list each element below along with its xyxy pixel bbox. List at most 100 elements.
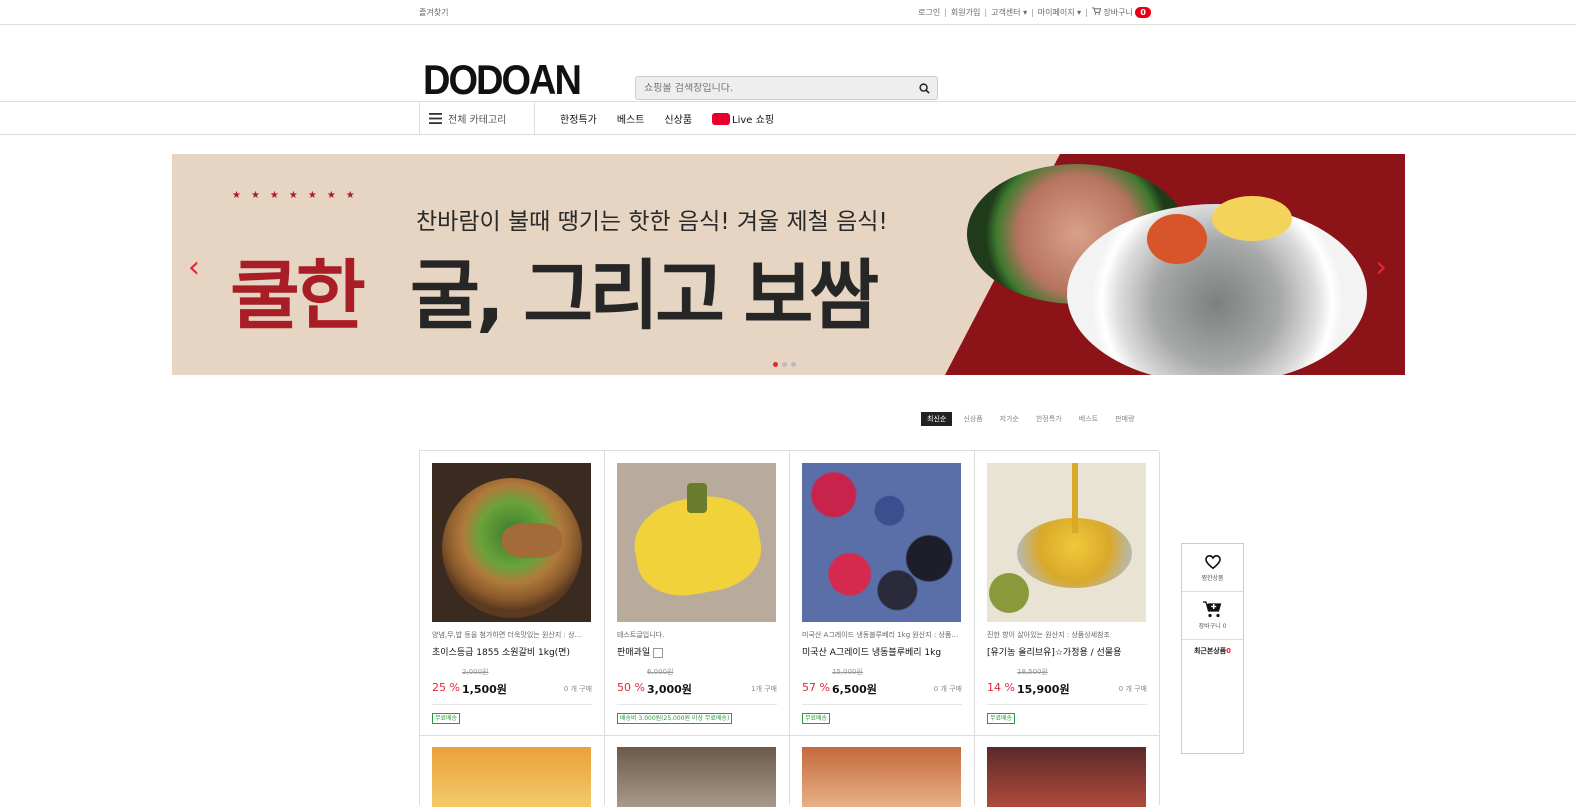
purchase-count: 0 개 구매	[933, 685, 962, 693]
banner-dot-2[interactable]	[782, 362, 787, 367]
quick-wishlist[interactable]: 찜한상품	[1182, 544, 1243, 592]
live-shopping-label: Live 쇼핑	[732, 115, 775, 126]
nav-item-new[interactable]: 신상품	[664, 111, 692, 126]
product-grid: 양념,무,밥 등을 첨가하면 더욱맛있는 원산지 : 상... 초이스등급 18…	[419, 450, 1160, 736]
banner-title-dark: 굴, 그리고 보쌈	[410, 251, 879, 340]
sort-tab-lowprice[interactable]: 저가순	[994, 412, 1025, 426]
quick-cart-count: 0	[1222, 623, 1227, 630]
divider	[987, 704, 1147, 705]
support-link[interactable]: 고객센터 ▾	[991, 7, 1027, 18]
product-name[interactable]: [유기농 올리브유]☆가정용 / 선물용	[987, 645, 1147, 658]
all-category-label: 전체 카테고리	[448, 115, 507, 126]
divider	[432, 704, 592, 705]
banner-title-red: 쿨한	[230, 251, 366, 340]
bookmark-link[interactable]: 즐겨찾기	[419, 7, 448, 18]
original-price: 15,000원	[832, 668, 863, 676]
search-bar	[635, 76, 938, 100]
separator: |	[1031, 8, 1034, 17]
product-description: 미국산 A그레이드 냉동블루베리 1kg 원산지 : 상품...	[802, 631, 959, 639]
top-utility-bar: 즐겨찾기 로그인 | 회원가입 | 고객센터 ▾ | 마이페이지 ▾ | 장바구…	[0, 0, 1576, 25]
cart-link[interactable]: 장바구니 0	[1091, 7, 1151, 18]
banner-stars: ★★★★★★★	[232, 190, 365, 201]
wishlist-label: 찜한상품	[1201, 574, 1224, 582]
product-card[interactable]	[975, 735, 1160, 807]
support-label: 고객센터	[991, 8, 1021, 17]
sort-tab-limited[interactable]: 한정특가	[1030, 412, 1068, 426]
shipping-badge: 무료배송	[802, 713, 831, 724]
product-card[interactable]: 진한 향이 살아있는 원산지 : 상품상세참조 [유기농 올리브유]☆가정용 /…	[975, 451, 1160, 736]
quick-cart[interactable]: 장바구니 0	[1182, 592, 1243, 640]
product-image[interactable]	[617, 747, 776, 807]
shipping-badge: 무료배송	[987, 713, 1016, 724]
discount-rate: 14 %	[987, 681, 1015, 694]
product-name[interactable]: 초이스등급 1855 소원갈비 1kg(면)	[432, 645, 592, 658]
shipping-badge: 무료배송	[432, 713, 461, 724]
heart-icon	[1204, 554, 1221, 569]
mypage-link[interactable]: 마이페이지 ▾	[1038, 7, 1081, 18]
site-logo[interactable]: DODOAN	[423, 58, 582, 105]
caret-down-icon: ▾	[1074, 8, 1082, 17]
nav-menu: 한정특가 베스트 신상품 Live 쇼핑	[560, 102, 774, 135]
product-card[interactable]: 테스트글입니다. 판매과일 6,000원 50 % 3,000원 1개 구매 배…	[605, 451, 790, 736]
product-card[interactable]: 양념,무,밥 등을 첨가하면 더욱맛있는 원산지 : 상... 초이스등급 18…	[420, 451, 605, 736]
search-icon	[918, 82, 930, 94]
sort-tab-sales[interactable]: 판매량	[1109, 412, 1140, 426]
banner-dot-3[interactable]	[791, 362, 796, 367]
original-price: 6,000원	[647, 668, 674, 676]
sale-price: 6,500원	[832, 683, 877, 696]
sort-tab-best[interactable]: 베스트	[1073, 412, 1104, 426]
all-category-button[interactable]: 전체 카테고리	[419, 102, 535, 135]
cart-label: 장바구니	[1103, 8, 1133, 17]
nav-item-limited-deal[interactable]: 한정특가	[560, 111, 597, 126]
original-price: 18,500원	[1017, 668, 1048, 676]
divider	[802, 704, 962, 705]
signup-link[interactable]: 회원가입	[951, 7, 980, 18]
banner-prev-arrow[interactable]: ‹	[188, 250, 200, 285]
recent-viewed[interactable]: 최근본상품0	[1182, 640, 1243, 656]
sort-tab-new[interactable]: 신상품	[957, 412, 988, 426]
main-nav: 전체 카테고리 한정특가 베스트 신상품 Live 쇼핑	[0, 102, 1576, 135]
purchase-count: 0 개 구매	[1118, 685, 1147, 693]
product-description: 진한 향이 살아있는 원산지 : 상품상세참조	[987, 631, 1110, 639]
quick-menu: 찜한상품 장바구니 0 최근본상품0	[1181, 543, 1244, 754]
banner-dot-1[interactable]	[773, 362, 778, 367]
product-image[interactable]	[432, 463, 591, 622]
product-image[interactable]	[987, 747, 1146, 807]
purchase-count: 1개 구매	[751, 685, 777, 693]
product-name[interactable]: 판매과일	[617, 645, 777, 658]
main-banner-carousel[interactable]: ★★★★★★★ 찬바람이 불때 땡기는 핫한 음식! 겨울 제철 음식! 쿨한 …	[172, 154, 1405, 375]
banner-next-arrow[interactable]: ›	[1375, 250, 1387, 285]
separator: |	[984, 8, 988, 17]
discount-rate: 57 %	[802, 681, 830, 694]
nav-item-live-shopping[interactable]: Live 쇼핑	[712, 111, 774, 126]
nav-item-best[interactable]: 베스트	[617, 111, 645, 126]
recent-viewed-count: 0	[1226, 647, 1232, 655]
product-description: 양념,무,밥 등을 첨가하면 더욱맛있는 원산지 : 상...	[432, 631, 582, 639]
product-card[interactable]	[790, 735, 975, 807]
cart-count-badge: 0	[1135, 7, 1151, 18]
product-image[interactable]	[432, 747, 591, 807]
cart-icon	[1091, 7, 1101, 15]
product-card[interactable]	[420, 735, 605, 807]
search-button[interactable]	[911, 77, 937, 99]
quick-cart-label: 장바구니	[1198, 623, 1221, 630]
cart-plus-icon	[1202, 601, 1221, 618]
product-image[interactable]	[802, 747, 961, 807]
search-input[interactable]	[636, 82, 911, 94]
product-grid-row-2	[419, 735, 1160, 807]
separator: |	[1085, 8, 1088, 17]
product-image[interactable]	[617, 463, 776, 622]
product-image[interactable]	[802, 463, 961, 622]
product-image[interactable]	[987, 463, 1146, 622]
banner-pagination	[773, 362, 796, 367]
login-link[interactable]: 로그인	[918, 7, 940, 18]
caret-down-icon: ▾	[1020, 8, 1028, 17]
banner-subtitle: 찬바람이 불때 땡기는 핫한 음식! 겨울 제철 음식!	[416, 209, 888, 235]
sort-tab-latest[interactable]: 최신순	[921, 412, 953, 426]
quick-cart-text: 장바구니 0	[1199, 621, 1227, 630]
product-card[interactable]	[605, 735, 790, 807]
product-card[interactable]: 미국산 A그레이드 냉동블루베리 1kg 원산지 : 상품... 미국산 A그레…	[790, 451, 975, 736]
discount-rate: 50 %	[617, 681, 645, 694]
checkbox-icon	[653, 647, 663, 658]
product-name[interactable]: 미국산 A그레이드 냉동블루베리 1kg	[802, 645, 962, 658]
